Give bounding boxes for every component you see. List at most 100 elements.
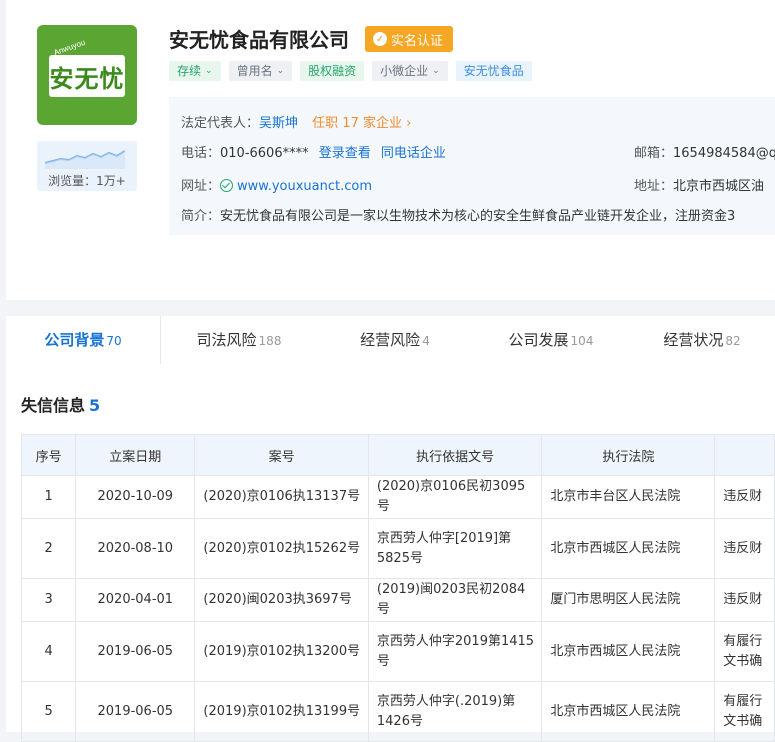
tag-former-name[interactable]: 曾用名 ⌄ xyxy=(228,61,293,81)
chevron-down-icon: ⌄ xyxy=(205,66,213,76)
section-title: 失信信息 5 xyxy=(21,392,100,416)
legal-rep-row: 法定代表人：吴斯坤 任职 17 家企业 › xyxy=(181,112,411,131)
tab-label: 经营风险 xyxy=(360,331,421,349)
phone-row: 电话：010-6606**** 登录查看 同电话企业 xyxy=(181,142,446,161)
section-title-text: 失信信息 xyxy=(21,396,86,415)
cell-case-number: (2019)京0102执13199号 xyxy=(194,681,369,742)
tag-label: 股权融资 xyxy=(308,64,357,78)
tab-operating-status[interactable]: 经营状况 82 xyxy=(629,316,775,364)
tag-equity-financing[interactable]: 股权融资 xyxy=(300,61,365,81)
tab-operating-risk[interactable]: 经营风险 4 xyxy=(317,316,473,364)
tab-label: 公司发展 xyxy=(508,331,569,349)
cell-basis-doc: (2020)京0106民初3095号 xyxy=(367,475,543,519)
col-header-extra xyxy=(714,434,775,476)
cell-filing-date: 2020-04-01 xyxy=(75,578,196,622)
cell-extra: 有履行文书确 xyxy=(714,681,775,742)
cell-case-number: (2020)京0102执15262号 xyxy=(194,518,369,579)
company-tags: 存续 ⌄ 曾用名 ⌄ 股权融资 小微企业 ⌄ 安无忧食品 xyxy=(169,61,532,81)
address-value: 北京市西城区油 xyxy=(673,179,765,194)
cell-court: 北京市西城区人民法院 xyxy=(541,518,716,579)
tab-label: 公司背景 xyxy=(44,331,105,349)
tag-label: 小微企业 xyxy=(380,64,429,78)
tab-count: 82 xyxy=(725,334,741,348)
tab-count: 104 xyxy=(570,334,594,348)
cell-case-number: (2020)闽0203执3697号 xyxy=(194,578,369,622)
tag-label: 曾用名 xyxy=(236,64,273,78)
cell-court: 北京市丰台区人民法院 xyxy=(541,475,716,519)
phone-login-link[interactable]: 登录查看 xyxy=(319,146,371,161)
cell-court: 北京市西城区人民法院 xyxy=(541,621,716,682)
cell-case-number: (2020)京0106执13137号 xyxy=(194,475,369,519)
view-count-text: 浏览量：1万+ xyxy=(48,174,126,188)
verified-badge[interactable]: ✓ 实名认证 xyxy=(365,26,454,52)
same-phone-link[interactable]: 同电话企业 xyxy=(381,146,446,161)
address-label: 地址： xyxy=(634,179,674,194)
table-row: 4 2019-06-05 (2019)京0102执13200号 京西劳人仲字20… xyxy=(20,621,775,682)
chevron-down-icon: ⌄ xyxy=(432,66,440,76)
address-row: 地址：北京市西城区油 xyxy=(634,175,764,194)
intro-row: 简介：安无忧食品有限公司是一家以生物技术为核心的安全生鲜食品产业链开发企业，注册… xyxy=(181,205,735,224)
col-header-case-number: 案号 xyxy=(194,434,369,476)
company-name: 安无忧食品有限公司 xyxy=(169,28,349,52)
email-row: 邮箱：1654984584@q xyxy=(634,142,775,161)
legal-rep-roles-link[interactable]: 任职 17 家企业 › xyxy=(312,116,411,131)
tag-status[interactable]: 存续 ⌄ xyxy=(169,61,221,81)
tag-brand[interactable]: 安无忧食品 xyxy=(455,61,532,81)
section-count: 5 xyxy=(89,396,101,415)
tab-company-background[interactable]: 公司背景 70 xyxy=(6,316,160,364)
chevron-down-icon: ⌄ xyxy=(276,66,285,76)
table-row: 3 2020-04-01 (2020)闽0203执3697号 (2019)闽02… xyxy=(20,578,775,622)
cell-basis-doc: 京西劳人仲字2019第1415号 xyxy=(367,621,543,682)
cell-basis-doc: 京西劳人仲字[2019]第5825号 xyxy=(367,518,543,579)
cell-extra: 违反财 xyxy=(714,578,775,622)
website-link[interactable]: www.youxuanct.com xyxy=(237,179,372,194)
verified-site-icon xyxy=(220,179,234,192)
cell-basis-doc: (2019)闽0203民初2084号 xyxy=(367,578,543,622)
cell-filing-date: 2020-08-10 xyxy=(75,518,196,579)
cell-filing-date: 2019-06-05 xyxy=(75,621,196,682)
company-logo: Anwuyou 安无忧 xyxy=(37,25,137,125)
col-header-court: 执行法院 xyxy=(541,434,716,476)
tab-label: 司法风险 xyxy=(196,331,257,349)
email-value[interactable]: 1654984584@q xyxy=(673,146,775,161)
view-count-box: 浏览量：1万+ xyxy=(37,141,137,191)
table-header-row: 序号 立案日期 案号 执行依据文号 执行法院 xyxy=(20,434,775,476)
col-header-basis-doc: 执行依据文号 xyxy=(367,434,543,476)
email-label: 邮箱： xyxy=(634,146,674,161)
website-label: 网址： xyxy=(181,179,221,194)
tab-judicial-risk[interactable]: 司法风险 188 xyxy=(161,316,317,364)
tab-label: 经营状况 xyxy=(663,331,724,349)
main-content: 失信信息 5 序号 立案日期 案号 执行依据文号 执行法院 1 2020-10-0… xyxy=(6,364,775,742)
cell-index: 1 xyxy=(20,475,77,519)
cell-index: 3 xyxy=(20,578,77,622)
intro-value: 安无忧食品有限公司是一家以生物技术为核心的安全生鲜食品产业链开发企业，注册资金3 xyxy=(220,209,736,224)
logo-text: 安无忧 xyxy=(49,55,125,97)
cell-extra: 违反财 xyxy=(714,475,775,519)
cell-filing-date: 2019-06-05 xyxy=(75,681,196,742)
tag-small-enterprise[interactable]: 小微企业 ⌄ xyxy=(372,61,448,81)
cell-index: 5 xyxy=(20,681,77,742)
tab-bar: 公司背景 70 司法风险 188 经营风险 4 公司发展 104 经营状况 82 xyxy=(6,316,775,365)
col-header-filing-date: 立案日期 xyxy=(75,434,196,476)
phone-label: 电话： xyxy=(181,146,221,161)
cell-index: 2 xyxy=(20,518,77,579)
check-icon: ✓ xyxy=(373,32,387,46)
tab-company-development[interactable]: 公司发展 104 xyxy=(473,316,629,364)
cell-extra: 有履行文书确 xyxy=(714,621,775,682)
website-row: 网址： www.youxuanct.com xyxy=(181,175,372,194)
table-row: 2 2020-08-10 (2020)京0102执15262号 京西劳人仲字[2… xyxy=(20,518,775,579)
tab-count: 188 xyxy=(258,334,282,348)
cell-index: 4 xyxy=(20,621,77,682)
legal-rep-label: 法定代表人： xyxy=(181,116,260,131)
intro-label: 简介： xyxy=(181,209,221,224)
table-row: 1 2020-10-09 (2020)京0106执13137号 (2020)京0… xyxy=(20,475,775,519)
cell-case-number: (2019)京0102执13200号 xyxy=(194,621,369,682)
company-info-box: 法定代表人：吴斯坤 任职 17 家企业 › 电话：010-6606**** 登录… xyxy=(169,97,775,235)
table-row: 5 2019-06-05 (2019)京0102执13199号 京西劳人仲字(.… xyxy=(20,681,775,742)
legal-rep-link[interactable]: 吴斯坤 xyxy=(259,116,298,131)
view-trend-sparkline xyxy=(44,150,126,169)
cell-court: 厦门市思明区人民法院 xyxy=(541,578,716,622)
col-header-index: 序号 xyxy=(20,434,77,476)
tab-count: 70 xyxy=(106,334,122,348)
tag-label: 存续 xyxy=(177,64,202,78)
